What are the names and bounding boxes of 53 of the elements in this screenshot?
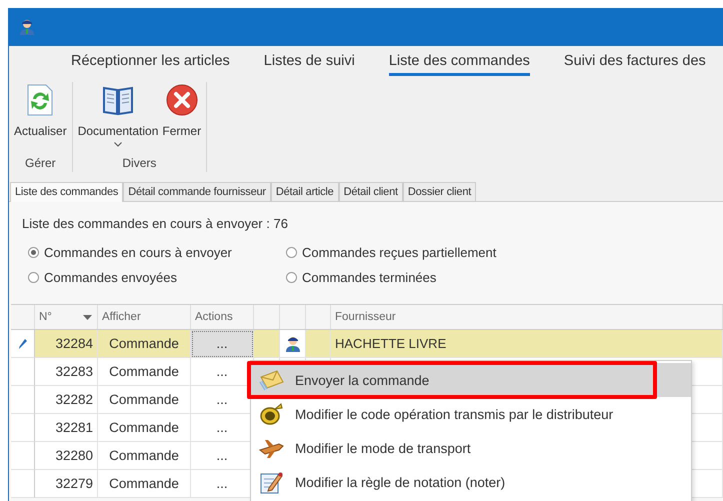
ribbon-tab[interactable]: Réceptionner les articles	[71, 48, 230, 76]
table-cell: Commande	[98, 358, 191, 386]
document-tab[interactable]: Détail article	[270, 182, 339, 201]
table-cell: 32281	[35, 414, 98, 442]
table-cell: 32284	[35, 330, 98, 358]
column-header[interactable]: Fournisseur	[331, 305, 723, 329]
user-icon	[284, 336, 300, 352]
column-header[interactable]: Actions	[191, 305, 254, 329]
ribbon-tab[interactable]: Suivi des factures des	[564, 48, 706, 76]
menu-item[interactable]: Modifier la règle de notation (noter)	[251, 465, 691, 499]
document-tab[interactable]: Dossier client	[402, 182, 476, 201]
book-icon	[102, 84, 134, 116]
document-tab[interactable]: Détail commande fournisseur	[123, 182, 271, 201]
table-cell: 32279	[35, 470, 98, 498]
column-header[interactable]: N°	[35, 305, 98, 329]
table-cell: 32280	[35, 442, 98, 470]
table-cell[interactable]: ...	[191, 330, 254, 358]
table-cell: Commande	[98, 442, 191, 470]
radio-option[interactable]: Commandes terminées	[286, 270, 723, 285]
document-tab[interactable]: Liste des commandes	[10, 182, 124, 202]
summary-text: Liste des commandes en cours à envoyer : 76	[21, 216, 289, 231]
table-cell: Commande	[98, 386, 191, 414]
radio-option[interactable]: Commandes en cours à envoyer	[28, 245, 286, 260]
radio-option[interactable]: Commandes envoyées	[28, 270, 286, 285]
table-cell: Commande	[98, 470, 191, 498]
ring-icon	[258, 402, 284, 426]
table-cell: HACHETTE LIVRE	[331, 330, 723, 358]
group-label: Divers	[121, 156, 158, 172]
note-pencil-icon	[258, 470, 284, 494]
radio-button[interactable]	[286, 272, 297, 283]
pencil-icon	[18, 338, 26, 348]
table-cell: 32282	[35, 386, 98, 414]
ribbon-tab[interactable]: Liste des commandes	[388, 48, 530, 76]
table-cell: 32283	[35, 358, 98, 386]
table-cell: Commande	[98, 414, 191, 442]
radio-button[interactable]	[28, 247, 39, 258]
ribbon-button[interactable]: Fermer	[160, 82, 204, 156]
ribbon-tab[interactable]: Listes de suivi	[264, 48, 355, 76]
close-icon	[166, 84, 198, 116]
ribbon-button[interactable]: Documentation	[76, 82, 160, 156]
group-label: Gérer	[24, 156, 57, 172]
row-header[interactable]	[11, 330, 35, 358]
table-cell: Commande	[98, 330, 191, 358]
ribbon-button[interactable]: Actualiser	[12, 82, 69, 156]
menu-item[interactable]: Modifier le code opération transmis par le distributeur	[251, 397, 691, 431]
radio-button[interactable]	[28, 272, 39, 283]
document-tab[interactable]: Détail client	[338, 182, 403, 201]
radio-button[interactable]	[286, 247, 297, 258]
user-icon	[19, 19, 35, 35]
envelope-icon	[258, 368, 284, 392]
column-header[interactable]: Afficher	[98, 305, 191, 329]
radio-option[interactable]: Commandes reçues partiellement	[286, 245, 723, 260]
menu-item[interactable]: Modifier le mode de transport	[251, 431, 691, 465]
